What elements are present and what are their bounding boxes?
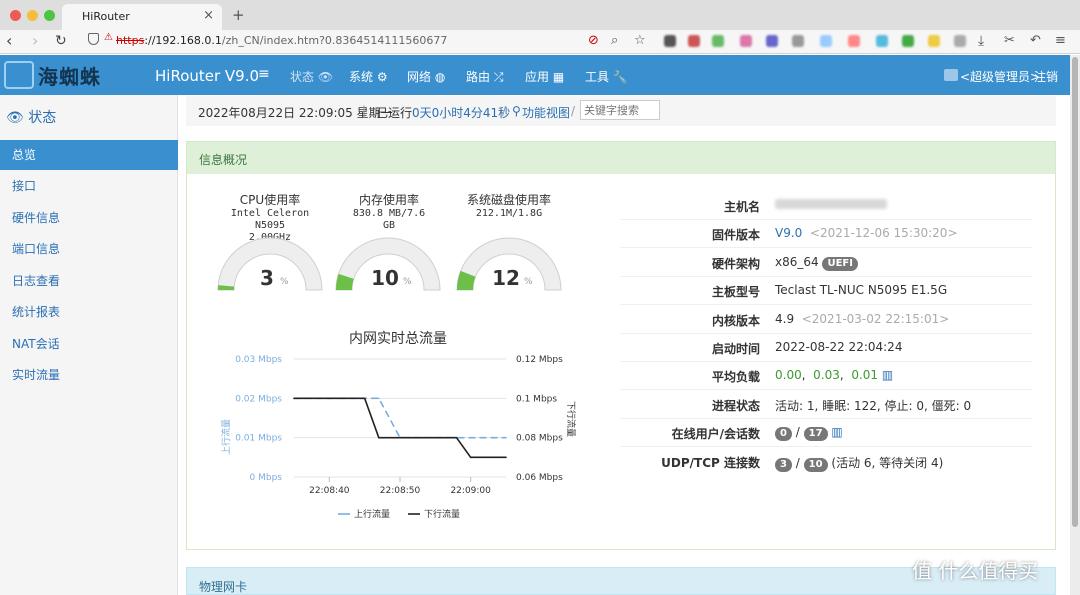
boot-label: 启动时间	[711, 342, 760, 356]
kernel-version: 4.9	[775, 312, 795, 326]
load-value: 0.00, 0.03, 0.01 ▥	[775, 368, 894, 382]
tcp-badge[interactable]: 10	[803, 458, 828, 472]
load-1min: 0.00	[775, 368, 802, 382]
udp-badge[interactable]: 3	[775, 458, 792, 472]
sessions-badge[interactable]: 17	[803, 427, 828, 441]
gauge: 3%	[217, 237, 323, 291]
info-row-arch: 硬件架构 x86_64 UEFI	[620, 249, 1032, 277]
data-point	[505, 436, 507, 439]
uefi-badge: UEFI	[822, 257, 858, 271]
gauge-value: 3	[260, 266, 274, 290]
process-value: 活动: 1, 睡眠: 122, 停止: 0, 僵死: 0	[775, 399, 972, 413]
arch-label: 硬件架构	[711, 257, 760, 271]
info-row-boot: 启动时间 2022-08-22 22:04:24	[620, 334, 1032, 362]
y-right-tick-label: 0.1 Mbps	[516, 394, 557, 404]
info-row-load: 平均负载 0.00, 0.03, 0.01 ▥	[620, 362, 1032, 390]
data-point	[434, 436, 437, 439]
process-label: 进程状态	[711, 399, 760, 413]
y-right-tick-label: 0.06 Mbps	[516, 473, 563, 483]
traffic-chart: 0.03 Mbps 0.02 Mbps 0.01 Mbps 0 Mbps 0.12 Mb…	[220, 355, 577, 520]
data-point	[469, 456, 472, 459]
data-point	[469, 436, 472, 439]
legend-label[interactable]: 上行流量	[354, 508, 390, 520]
hostname-redacted	[775, 199, 887, 209]
y-right-axis-title: 下行流量	[565, 401, 577, 437]
kernel-date: <2021-03-02 22:15:01>	[801, 312, 950, 326]
data-point	[399, 436, 401, 439]
users-value: 0 / 17 ▥	[775, 425, 843, 441]
watermark: 值 什么值得买	[912, 559, 1039, 583]
firmware-date: <2021-12-06 15:30:20>	[809, 226, 958, 240]
series-line	[294, 397, 506, 439]
gauge-value: 10	[371, 266, 399, 290]
y-left-axis-title: 上行流量	[220, 419, 232, 455]
x-tick-label: 22:09:00	[450, 486, 491, 496]
y-left-tick-label: 0.02 Mbps	[235, 394, 282, 404]
firmware-value: V9.0 <2021-12-06 15:30:20>	[775, 226, 958, 240]
bar-chart-icon[interactable]: ▥	[831, 425, 842, 439]
users-label: 在线用户/会话数	[671, 427, 760, 441]
kernel-value: 4.9 <2021-03-02 22:15:01>	[775, 312, 949, 326]
series-line	[294, 397, 506, 459]
info-row-kernel: 内核版本 4.9 <2021-03-02 22:15:01>	[620, 306, 1032, 334]
info-row-firmware: 固件版本 V9.0 <2021-12-06 15:30:20>	[620, 220, 1032, 248]
gauge-value: 12	[492, 266, 520, 290]
info-row-connections: UDP/TCP 连接数 3 / 10 (活动 6, 等待关闭 4)	[620, 448, 1032, 476]
info-row-process: 进程状态 活动: 1, 睡眠: 122, 停止: 0, 僵死: 0	[620, 391, 1032, 419]
load-5min: 0.03	[813, 368, 840, 382]
data-point	[505, 456, 507, 459]
gauge-unit: %	[524, 277, 533, 287]
info-row-hostname: 主机名	[620, 192, 1032, 220]
data-point	[363, 397, 366, 400]
hostname-label: 主机名	[723, 200, 760, 214]
y-right-tick-label: 0.12 Mbps	[516, 355, 563, 365]
board-label: 主板型号	[711, 285, 760, 299]
gauge: 12%	[456, 237, 562, 291]
x-tick-label: 22:08:40	[309, 486, 350, 496]
firmware-label: 固件版本	[711, 228, 760, 242]
data-point	[378, 436, 380, 439]
data-point	[293, 397, 295, 400]
connections-detail: (活动 6, 等待关闭 4)	[831, 456, 944, 470]
y-left-tick-label: 0 Mbps	[250, 473, 283, 483]
data-point	[455, 436, 458, 439]
board-value: Teclast TL-NUC N5095 E1.5G	[775, 283, 948, 297]
info-row-board: 主板型号 Teclast TL-NUC N5095 E1.5G	[620, 277, 1032, 305]
kernel-label: 内核版本	[711, 314, 760, 328]
arch-value: x86_64 UEFI	[775, 255, 858, 271]
x-tick-label: 22:08:50	[380, 486, 421, 496]
connections-label: UDP/TCP 连接数	[661, 456, 760, 470]
y-left-tick-label: 0.01 Mbps	[235, 434, 282, 444]
load-15min: 0.01	[851, 368, 879, 382]
gauge: 10%	[335, 237, 441, 291]
arch-text: x86_64	[775, 255, 819, 269]
y-right-tick-label: 0.08 Mbps	[516, 434, 563, 444]
load-label: 平均负载	[711, 370, 760, 384]
legend-label[interactable]: 下行流量	[424, 508, 460, 520]
boot-value: 2022-08-22 22:04:24	[775, 340, 903, 354]
gauge-unit: %	[280, 277, 289, 287]
info-row-users: 在线用户/会话数 0 / 17 ▥	[620, 419, 1032, 447]
data-point	[328, 397, 331, 400]
gauge-unit: %	[403, 277, 412, 287]
online-users-badge[interactable]: 0	[775, 427, 792, 441]
firmware-version[interactable]: V9.0	[775, 226, 802, 240]
data-point	[378, 397, 380, 400]
y-left-tick-label: 0.03 Mbps	[235, 355, 282, 365]
bar-chart-icon[interactable]: ▥	[882, 368, 893, 382]
connections-value: 3 / 10 (活动 6, 等待关闭 4)	[775, 454, 943, 472]
hostname-value	[775, 198, 887, 212]
